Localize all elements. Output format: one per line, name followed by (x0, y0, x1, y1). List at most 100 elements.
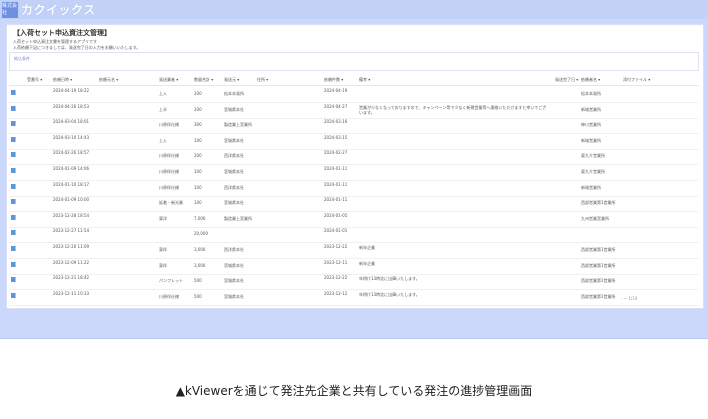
cell-requester: 西部営業第1営業所 (581, 247, 616, 252)
cell-type: 川原伴仕様 (159, 293, 179, 299)
pagination-text[interactable]: - ~ 1/10 (621, 296, 637, 301)
document-icon[interactable] (11, 90, 16, 95)
cell-type: 川原伴仕様 (159, 153, 179, 159)
document-icon[interactable] (11, 246, 16, 251)
cell-origin: 製造業上宮業所 (224, 122, 252, 128)
column-header[interactable]: 依頼元名 ▾ (99, 77, 118, 83)
cell-date: 2024-01-09 14:06 (53, 166, 90, 171)
cell-request-date: 2024-04-19 (324, 88, 348, 93)
cell-note: 営業が少なくなっておりますので、キャンペーン等で少なく新規営業等へ連絡いただけま… (359, 104, 547, 115)
cell-request-date: 2024-02-27 (324, 150, 348, 156)
top-bar: 株式会社 カクイックス (0, 0, 708, 19)
cell-requester: 西部営業第1営業所 (581, 262, 616, 268)
document-icon[interactable] (11, 105, 16, 111)
cell-origin: 松本本発所 (224, 91, 244, 96)
column-header[interactable]: 数量合計 ▾ (194, 77, 213, 83)
cell-origin: 宮城県本社 (224, 169, 244, 174)
cell-request-date: 2024-03-16 (324, 119, 348, 125)
cell-quantity: 200 (194, 153, 202, 159)
cell-origin: 宮城県本社 (224, 293, 244, 299)
cell-origin: 西洋県本社 (224, 184, 244, 190)
cell-request-date: 2024-01-11 (324, 181, 348, 187)
column-header[interactable]: 備考 ▾ (359, 77, 370, 83)
table-row[interactable]: 2024-01-09 14:06 川原伴仕様 100 宮城県本社 2024-01-11 東… (9, 165, 699, 181)
page-title: 【入荷セット申込資注文管理】 (13, 29, 111, 37)
cell-type: 上入 (159, 137, 167, 143)
table-row[interactable]: 2024-04-19 18:22 上入 200 松本本発所 2024-04-19 松本本発… (9, 87, 699, 103)
cell-type: 延着・新光業 (159, 200, 183, 206)
document-icon[interactable] (11, 292, 16, 298)
table-row[interactable]: 2024-03-10 14:43 上入 100 宮城県本社 2024-03-15 新城営業… (9, 134, 699, 150)
cell-quantity: 3,000 (194, 262, 206, 268)
table-row[interactable]: 2023-12-09 11:22 東伴 3,000 宮城県本社 2023-12-11 新年… (9, 259, 699, 275)
column-header[interactable]: 依頼件数 ▾ (324, 77, 343, 83)
cell-quantity: 500 (194, 278, 202, 284)
cell-type: 川原伴仕様 (159, 122, 179, 128)
table-row[interactable]: 2023-12-20 11:09 東伴 3,000 西洋県本社 2023-12-22 新年… (9, 243, 699, 259)
table-row[interactable]: 2024-01-10 18:17 川原伴仕様 100 西洋県本社 2024-01-11 新… (9, 181, 699, 197)
cell-requester: 東九介営業所 (581, 169, 605, 174)
document-icon[interactable] (11, 152, 16, 158)
table-header: 受番号 ▾ 依頼日時 ▾ 依頼元名 ▾ 発送業者 ▾ 数量合計 ▾ 発送元 ▾ 住所 ▾ 依頼… (9, 76, 699, 86)
cell-origin: 西洋県本社 (224, 247, 244, 252)
cell-date: 2023-12-28 18:54 (53, 212, 90, 218)
document-icon[interactable] (11, 168, 16, 173)
filter-label[interactable]: 絞込条件 (14, 56, 30, 62)
cell-quantity: 500 (194, 293, 202, 299)
cell-origin: 宮城県本社 (224, 200, 244, 206)
column-header[interactable]: 発送元 ▾ (224, 77, 239, 83)
table-row[interactable]: 2023-12-11 10:33 川原伴仕様 500 宮城県本社 2023-12-12 年… (9, 290, 699, 306)
document-icon[interactable] (11, 183, 16, 189)
cell-type: 東洋 (159, 215, 167, 221)
document-icon[interactable] (11, 261, 16, 267)
table-row[interactable]: 2023-12-28 18:54 東洋 7,000 製造業上宮業所 2024-01-05… (9, 212, 699, 228)
column-header[interactable]: 添付ファイル ▾ (623, 77, 650, 83)
document-icon[interactable] (11, 136, 16, 142)
cell-date: 2024-04-19 18:22 (53, 88, 90, 93)
column-header[interactable]: 依頼日時 ▾ (53, 77, 72, 83)
cell-request-date: 2024-01-11 (324, 166, 348, 171)
cell-date: 2023-12-27 11:54 (53, 228, 90, 234)
cell-origin: 製造業上宮業所 (224, 215, 252, 221)
column-header[interactable]: 住所 ▾ (257, 77, 268, 83)
table-row[interactable]: 2024-04-26 18:53 上半 200 宮城県本社 2024-04-27 営業が少… (9, 103, 699, 119)
cell-type: 川原伴仕様 (159, 184, 179, 190)
cell-request-date: 2024-01-11 (324, 197, 348, 203)
cell-requester: 神川営業所 (581, 122, 601, 128)
cell-origin: 宮城県本社 (224, 106, 244, 112)
cell-date: 2024-01-09 10:00 (53, 197, 90, 203)
table-row[interactable]: 2024-02-26 18:57 川原伴仕様 200 西洋県本社 2024-02-27 東… (9, 149, 699, 166)
table-row[interactable]: 2024-01-09 10:00 延着・新光業 100 宮城県本社 2024-01-11… (9, 196, 699, 213)
document-icon[interactable] (11, 277, 16, 283)
cell-origin: 宮城県本社 (224, 137, 244, 143)
column-header[interactable]: 受番号 ▾ (27, 77, 42, 83)
cell-quantity: 200 (194, 91, 202, 96)
cell-quantity: 100 (194, 169, 202, 174)
document-icon[interactable] (11, 230, 16, 236)
table-row[interactable]: 2023-12-27 11:54 20,000 2024-01-01 (9, 227, 699, 244)
table-row[interactable]: 2023-12-21 18:42 パンフレット 500 宮城県本社 2023-12-22… (9, 274, 699, 291)
table-row[interactable]: 2024-03-04 18:01 川原伴仕様 300 製造業上宮業所 2024-03-1… (9, 118, 699, 135)
document-icon[interactable] (11, 199, 16, 205)
document-icon[interactable] (11, 214, 16, 220)
cell-request-date: 2023-12-11 (324, 259, 348, 265)
cell-type: 東伴 (159, 262, 167, 268)
cell-request-date: 2023-12-12 (324, 290, 348, 296)
cell-note: 新年企業 (359, 245, 375, 250)
column-header[interactable]: 依頼者名 ▾ (581, 77, 600, 83)
cell-quantity: 100 (194, 137, 202, 143)
filter-box[interactable]: 絞込条件 (9, 52, 699, 71)
cell-date: 2024-04-26 18:53 (53, 103, 90, 109)
document-icon[interactable] (11, 121, 16, 127)
main-panel: 【入荷セット申込資注文管理】 入荷セット申込資注文書を管理するアプリです 入荷依… (6, 24, 704, 309)
cell-note: 年明け13時迄に出庫いたします。 (359, 276, 420, 282)
logo-small-text: 株式会社 (2, 2, 18, 16)
column-header[interactable]: 発送業者 ▾ (159, 77, 178, 83)
cell-date: 2024-03-10 14:43 (53, 134, 90, 140)
cell-requester: 西部営業第1営業所 (581, 278, 616, 284)
cell-type: パンフレット (159, 278, 184, 284)
cell-date: 2024-01-10 18:17 (53, 181, 90, 187)
cell-origin: 西洋県本社 (224, 153, 244, 159)
cell-type: 川原伴仕様 (159, 169, 179, 174)
column-header[interactable]: 発送完了日 ▾ (555, 77, 578, 83)
